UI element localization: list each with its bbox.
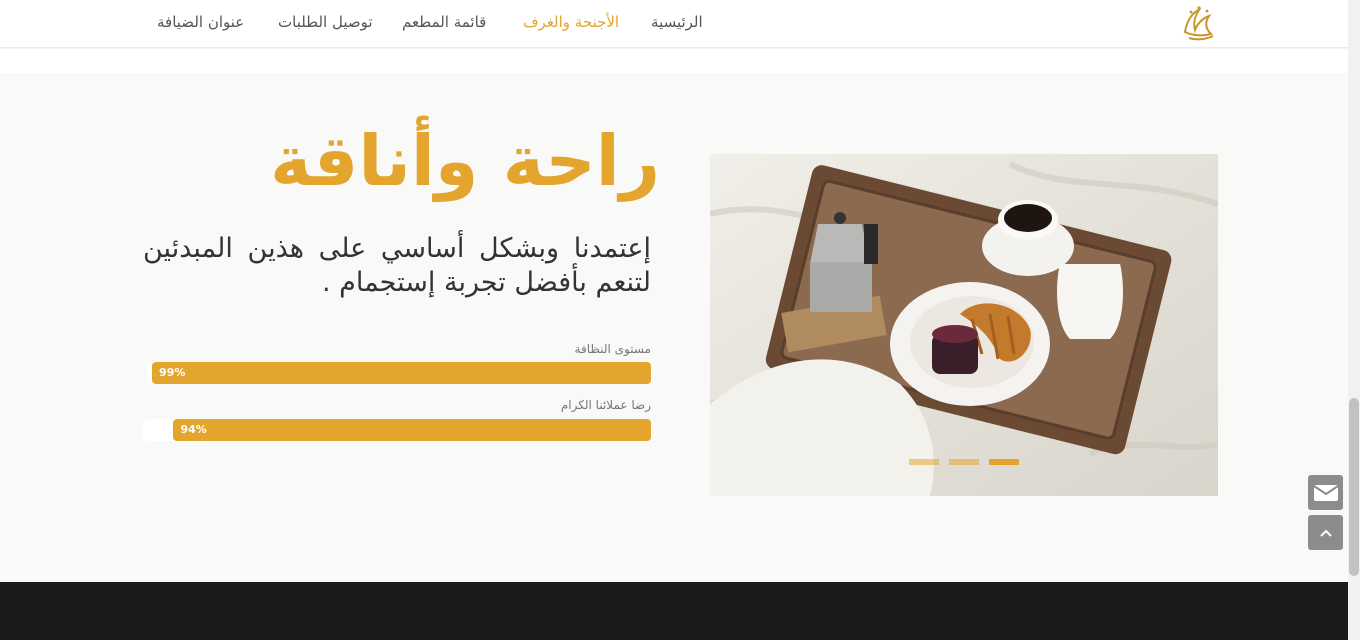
nav-item-delivery[interactable]: توصيل الطلبات [278, 13, 373, 31]
progress-track-satisfaction: 94% [143, 419, 651, 441]
slider-dot[interactable] [909, 459, 939, 465]
section-headline: راحة وأناقة [270, 120, 660, 202]
nav-item-menu[interactable]: قائمة المطعم [402, 13, 486, 31]
scroll-to-top-button[interactable] [1308, 515, 1343, 550]
progress-value-satisfaction: 94% [180, 423, 207, 436]
contact-mail-button[interactable] [1308, 475, 1343, 510]
skill-label-satisfaction: رضا عملائنا الكرام [560, 398, 651, 412]
nav-item-home[interactable]: الرئيسية [651, 13, 703, 31]
nav-item-address[interactable]: عنوان الضيافة [157, 13, 244, 31]
page-footer [0, 582, 1348, 640]
envelope-icon [1312, 484, 1339, 501]
breakfast-tray-illustration [710, 154, 1218, 496]
page-scrollbar-thumb[interactable] [1349, 398, 1359, 576]
top-navbar: الرئيسية الأجنحة والغرف قائمة المطعم توص… [0, 0, 1348, 48]
brand-logo-mark [1183, 6, 1214, 41]
nav-item-suites[interactable]: الأجنحة والغرف [523, 13, 619, 31]
progress-fill-cleanliness: 99% [152, 362, 651, 384]
header-spacer [0, 49, 1348, 73]
progress-value-cleanliness: 99% [159, 366, 186, 379]
slider-dot[interactable] [949, 459, 979, 465]
breakfast-tray-photo [710, 154, 1218, 496]
slider-dot-active[interactable] [989, 459, 1019, 465]
progress-track-cleanliness: 99% [147, 362, 651, 384]
chevron-up-icon [1319, 529, 1332, 537]
slider-indicators [909, 459, 1019, 465]
section-paragraph: إعتمدنا وبشكل أساسي على هذين المبدئين لت… [143, 233, 651, 298]
brand-logo[interactable] [1177, 2, 1221, 44]
progress-fill-satisfaction: 94% [173, 419, 651, 441]
skill-label-cleanliness: مستوى النظافة [574, 342, 651, 356]
